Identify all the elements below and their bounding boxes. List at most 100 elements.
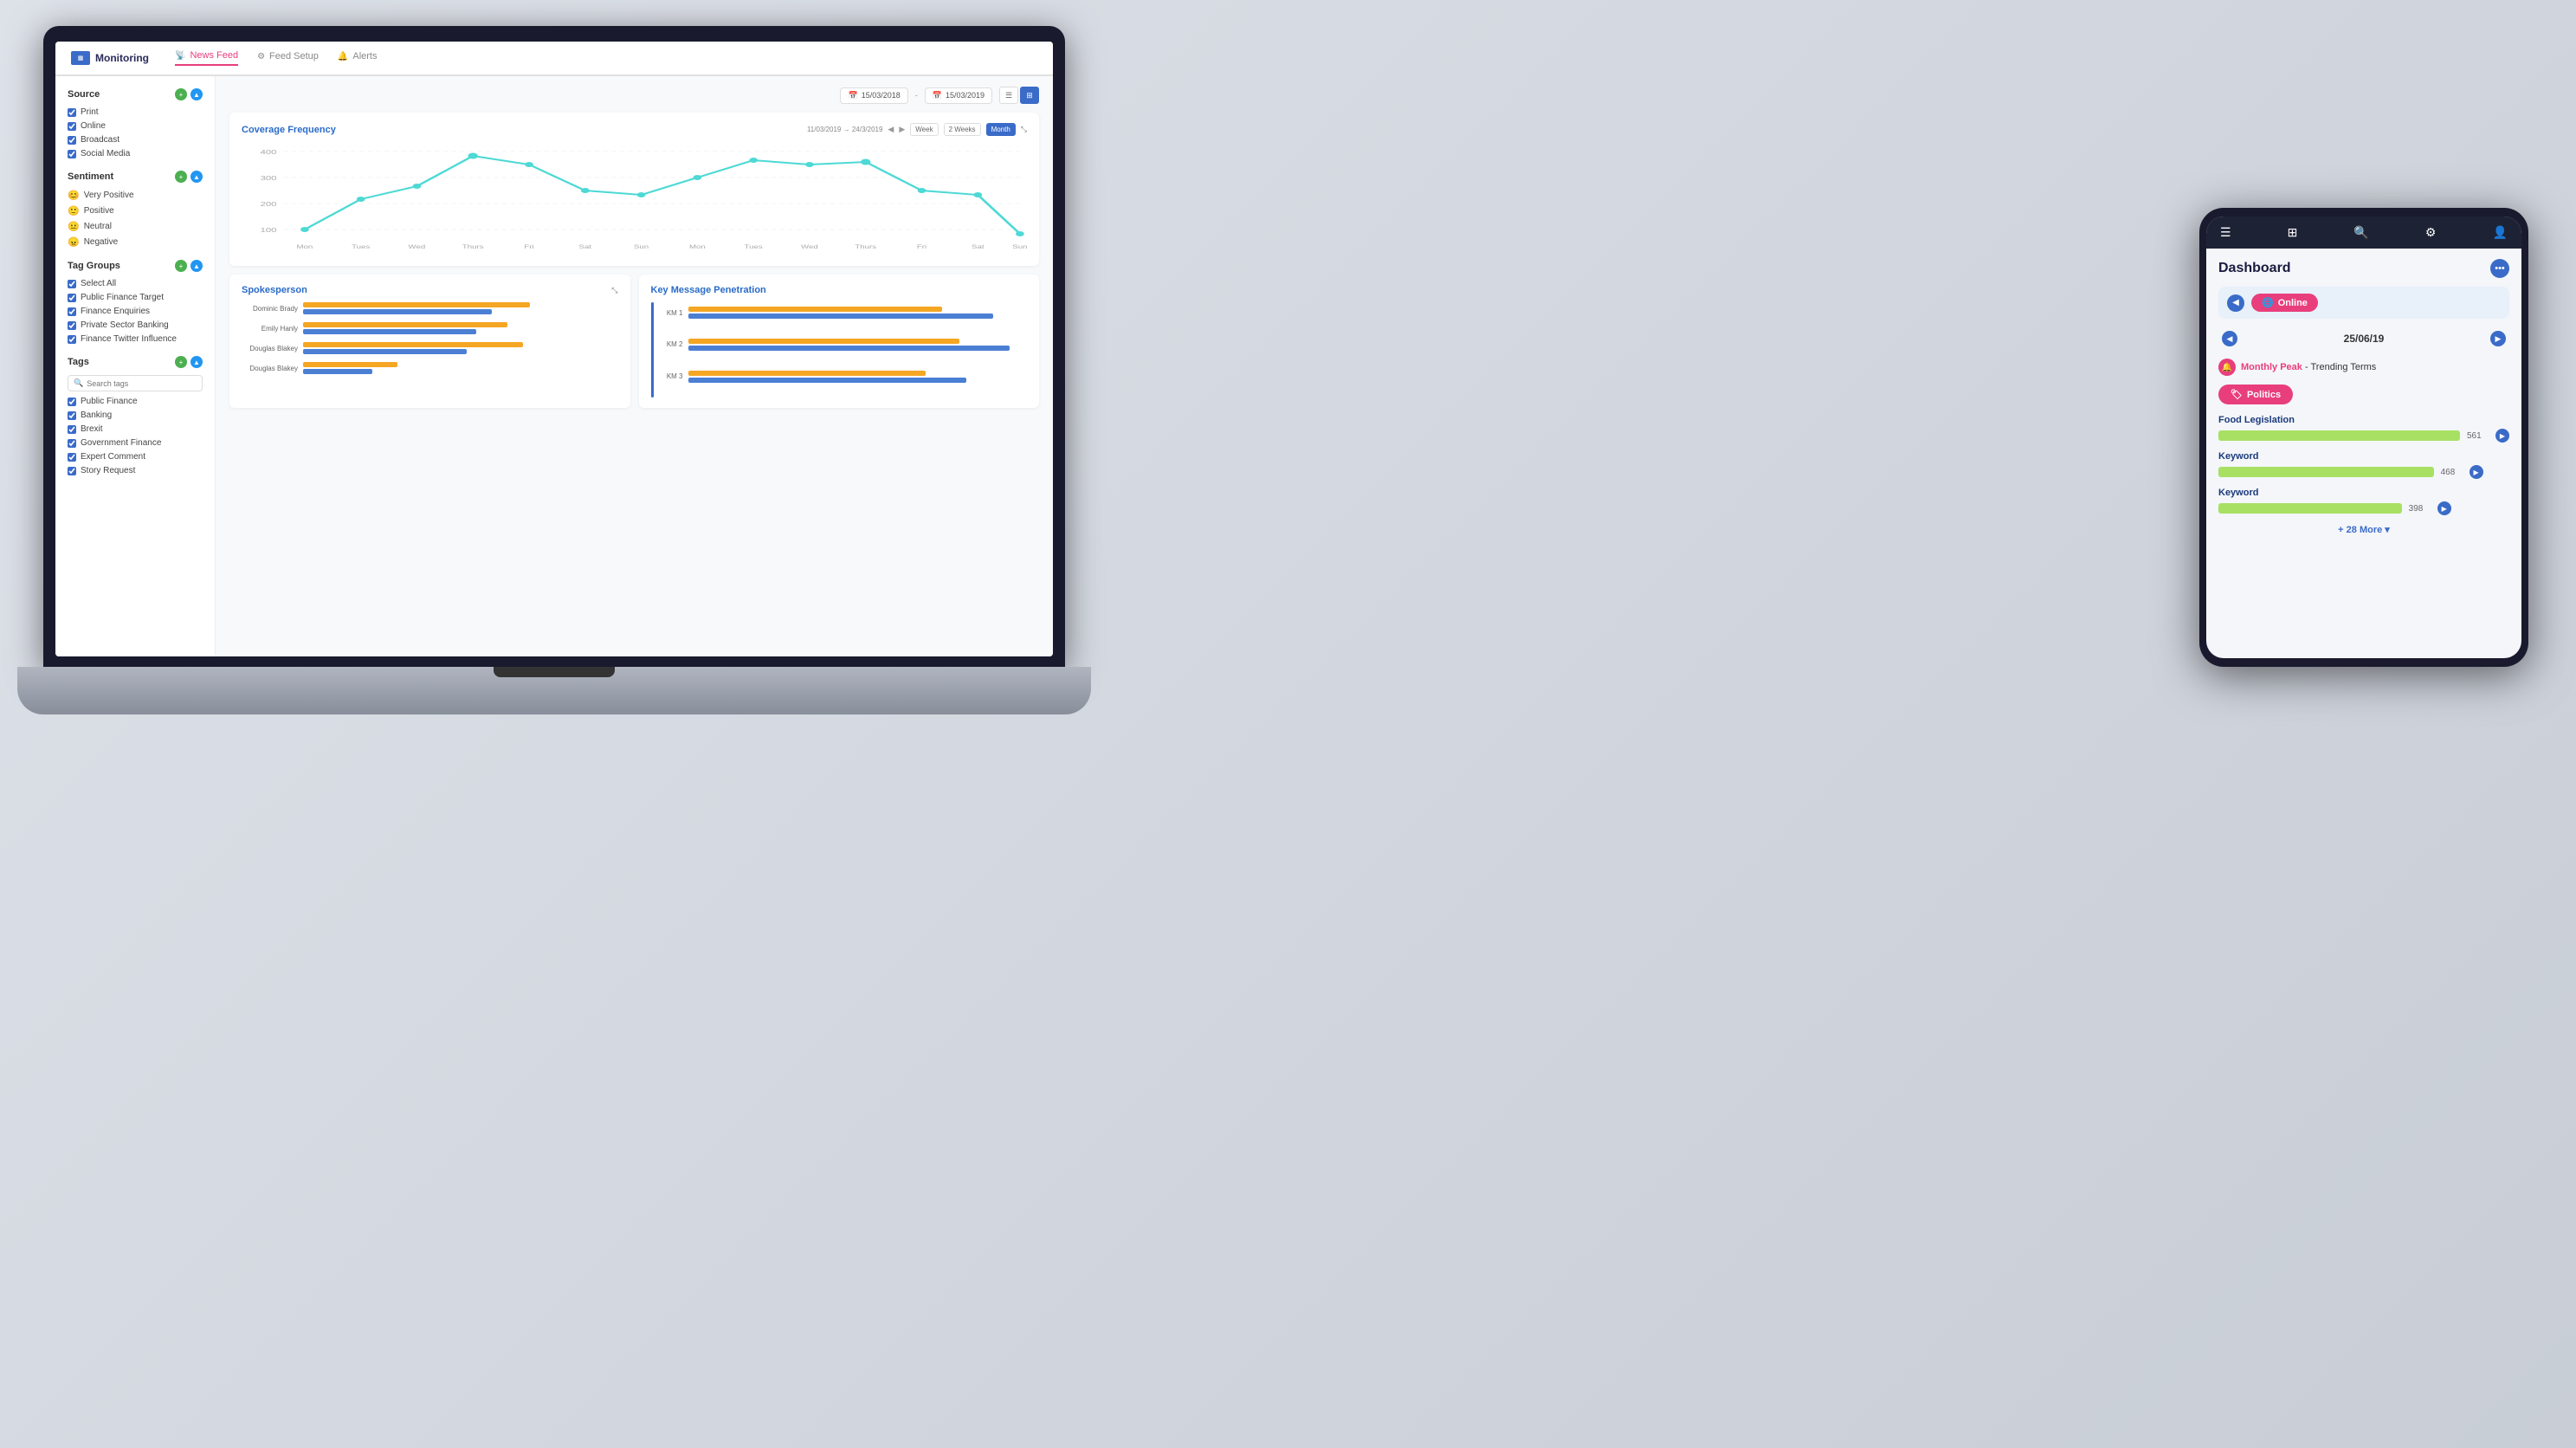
tag-story: Story Request [68, 466, 203, 475]
tablet-search-icon[interactable]: 🔍 [2353, 225, 2368, 240]
source-section: Source + ▲ Print [68, 88, 203, 158]
trending-suffix: - Trending Terms [2305, 362, 2376, 372]
tablet-settings-icon[interactable]: ⚙ [2425, 225, 2437, 240]
more-link[interactable]: + 28 More ▾ [2218, 524, 2509, 535]
privsec-checkbox[interactable] [68, 321, 76, 330]
taggroups-collapse-btn[interactable]: ▲ [190, 260, 203, 272]
date-to-value: 15/03/2019 [946, 91, 985, 100]
tag-story-checkbox[interactable] [68, 467, 76, 475]
list-view-btn[interactable]: ☰ [999, 87, 1018, 104]
spokesperson-blue-0 [303, 309, 492, 314]
source-print-label: Print [81, 107, 99, 117]
trend-more-icon-2[interactable]: ▶ [2437, 501, 2451, 515]
newsfeed-label: News Feed [190, 50, 238, 61]
tags-search-input[interactable] [87, 379, 197, 388]
calendar-to-icon: 📅 [933, 91, 942, 100]
nav-item-newsfeed[interactable]: 📡 News Feed [175, 50, 238, 66]
verypositive-label: Very Positive [84, 191, 134, 200]
finenq-checkbox[interactable] [68, 307, 76, 316]
source-online-checkbox[interactable] [68, 122, 76, 131]
tag-banking-checkbox[interactable] [68, 411, 76, 420]
tag-banking: Banking [68, 410, 203, 420]
period-2weeks-btn[interactable]: 2 Weeks [944, 123, 981, 136]
date-from-badge[interactable]: 📅 15/03/2018 [840, 87, 907, 104]
spokesperson-bars-2 [303, 342, 618, 354]
sentiment-section: Sentiment + ▲ 😊 Very Positive [68, 171, 203, 248]
politics-tag-icon: 🏷 [2231, 389, 2243, 400]
scene: ▦ Monitoring 📡 News Feed ⚙ Feed Setup [0, 0, 2576, 1448]
tag-govfin: Government Finance [68, 438, 203, 448]
source-broadcast-label: Broadcast [81, 135, 119, 145]
taggroup-privsec: Private Sector Banking [68, 320, 203, 330]
tag-brexit: Brexit [68, 424, 203, 434]
tag-expert-checkbox[interactable] [68, 453, 76, 462]
taggroup-twitter: Finance Twitter Influence [68, 334, 203, 344]
spokesperson-row-0: Dominic Brady [242, 302, 618, 314]
pubfin-checkbox[interactable] [68, 294, 76, 302]
dashboard-more-btn[interactable]: ••• [2490, 259, 2509, 278]
source-social-checkbox[interactable] [68, 150, 76, 158]
date-toolbar: 📅 15/03/2018 - 📅 15/03/2019 ☰ [229, 87, 1039, 104]
date-prev-arrow[interactable]: ◀ [2222, 331, 2237, 346]
km-orange-0 [688, 307, 943, 312]
online-label: Online [2278, 298, 2308, 308]
taggroups-header: Tag Groups + ▲ [68, 260, 203, 272]
tablet-menu-icon[interactable]: ☰ [2220, 225, 2231, 240]
view-toggle: ☰ ⊞ [999, 87, 1039, 104]
politics-btn[interactable]: 🏷 Politics [2218, 385, 2293, 404]
km-bars-0 [688, 307, 1028, 319]
source-header: Source + ▲ [68, 88, 203, 100]
nav-item-alerts[interactable]: 🔔 Alerts [338, 51, 378, 65]
source-prev-arrow[interactable]: ◀ [2227, 294, 2244, 312]
tag-pubfin-checkbox[interactable] [68, 398, 76, 406]
taggroups-section: Tag Groups + ▲ Select All [68, 260, 203, 344]
tag-brexit-checkbox[interactable] [68, 425, 76, 434]
tablet-grid-icon[interactable]: ⊞ [2288, 225, 2298, 240]
laptop: ▦ Monitoring 📡 News Feed ⚙ Feed Setup [43, 26, 1100, 736]
source-add-btn[interactable]: + [175, 88, 187, 100]
sentiment-collapse-btn[interactable]: ▲ [190, 171, 203, 183]
tablet-profile-icon[interactable]: 👤 [2493, 225, 2508, 240]
date-to-badge[interactable]: 📅 15/03/2019 [925, 87, 992, 104]
trend-more-icon-1[interactable]: ▶ [2469, 465, 2483, 479]
source-collapse-btn[interactable]: ▲ [190, 88, 203, 100]
negative-label: Negative [84, 237, 118, 247]
sentiment-negative: 😠 Negative [68, 236, 203, 248]
svg-text:Mon: Mon [296, 244, 313, 250]
neutral-label: Neutral [84, 222, 112, 231]
taggroups-add-btn[interactable]: + [175, 260, 187, 272]
trend-more-icon-0[interactable]: ▶ [2495, 429, 2509, 443]
sentiment-add-btn[interactable]: + [175, 171, 187, 183]
monthly-peak: 🔔 Monthly Peak - Trending Terms [2218, 359, 2509, 376]
twitter-checkbox[interactable] [68, 335, 76, 344]
tags-collapse-btn[interactable]: ▲ [190, 356, 203, 368]
source-controls: + ▲ [175, 88, 203, 100]
period-month-btn[interactable]: Month [986, 123, 1016, 136]
period-week-btn[interactable]: Week [910, 123, 938, 136]
svg-text:100: 100 [261, 226, 277, 233]
grid-view-btn[interactable]: ⊞ [1020, 87, 1039, 104]
sentiment-neutral: 😐 Neutral [68, 221, 203, 232]
spokesperson-label-3: Douglas Blakey [242, 365, 298, 372]
selectall-checkbox[interactable] [68, 280, 76, 288]
online-badge[interactable]: 🌐 Online [2251, 294, 2318, 312]
date-from-value: 15/03/2018 [862, 91, 901, 100]
expand-icon[interactable]: ⤡ [1021, 125, 1027, 134]
trend-item-0: Food Legislation 561 ▶ [2218, 415, 2509, 443]
nav-item-feedsetup[interactable]: ⚙ Feed Setup [257, 51, 319, 65]
main-content: Source + ▲ Print [55, 76, 1053, 656]
spokesperson-expand-icon[interactable]: ⤡ [611, 286, 617, 295]
source-broadcast-checkbox[interactable] [68, 136, 76, 145]
date-next-arrow[interactable]: ▶ [2490, 331, 2506, 346]
coverage-prev-btn[interactable]: ◀ [888, 125, 894, 134]
source-print-checkbox[interactable] [68, 108, 76, 117]
bottom-charts: Spokesperson ⤡ Dominic Brady [229, 275, 1039, 408]
coverage-next-btn[interactable]: ▶ [899, 125, 905, 134]
tag-govfin-checkbox[interactable] [68, 439, 76, 448]
spokesperson-label-1: Emily Hanly [242, 325, 298, 333]
top-nav: ▦ Monitoring 📡 News Feed ⚙ Feed Setup [55, 42, 1053, 76]
brand-name: Monitoring [95, 52, 149, 64]
tags-add-btn[interactable]: + [175, 356, 187, 368]
km-label-0: KM 1 [657, 309, 683, 317]
source-broadcast: Broadcast [68, 135, 203, 145]
